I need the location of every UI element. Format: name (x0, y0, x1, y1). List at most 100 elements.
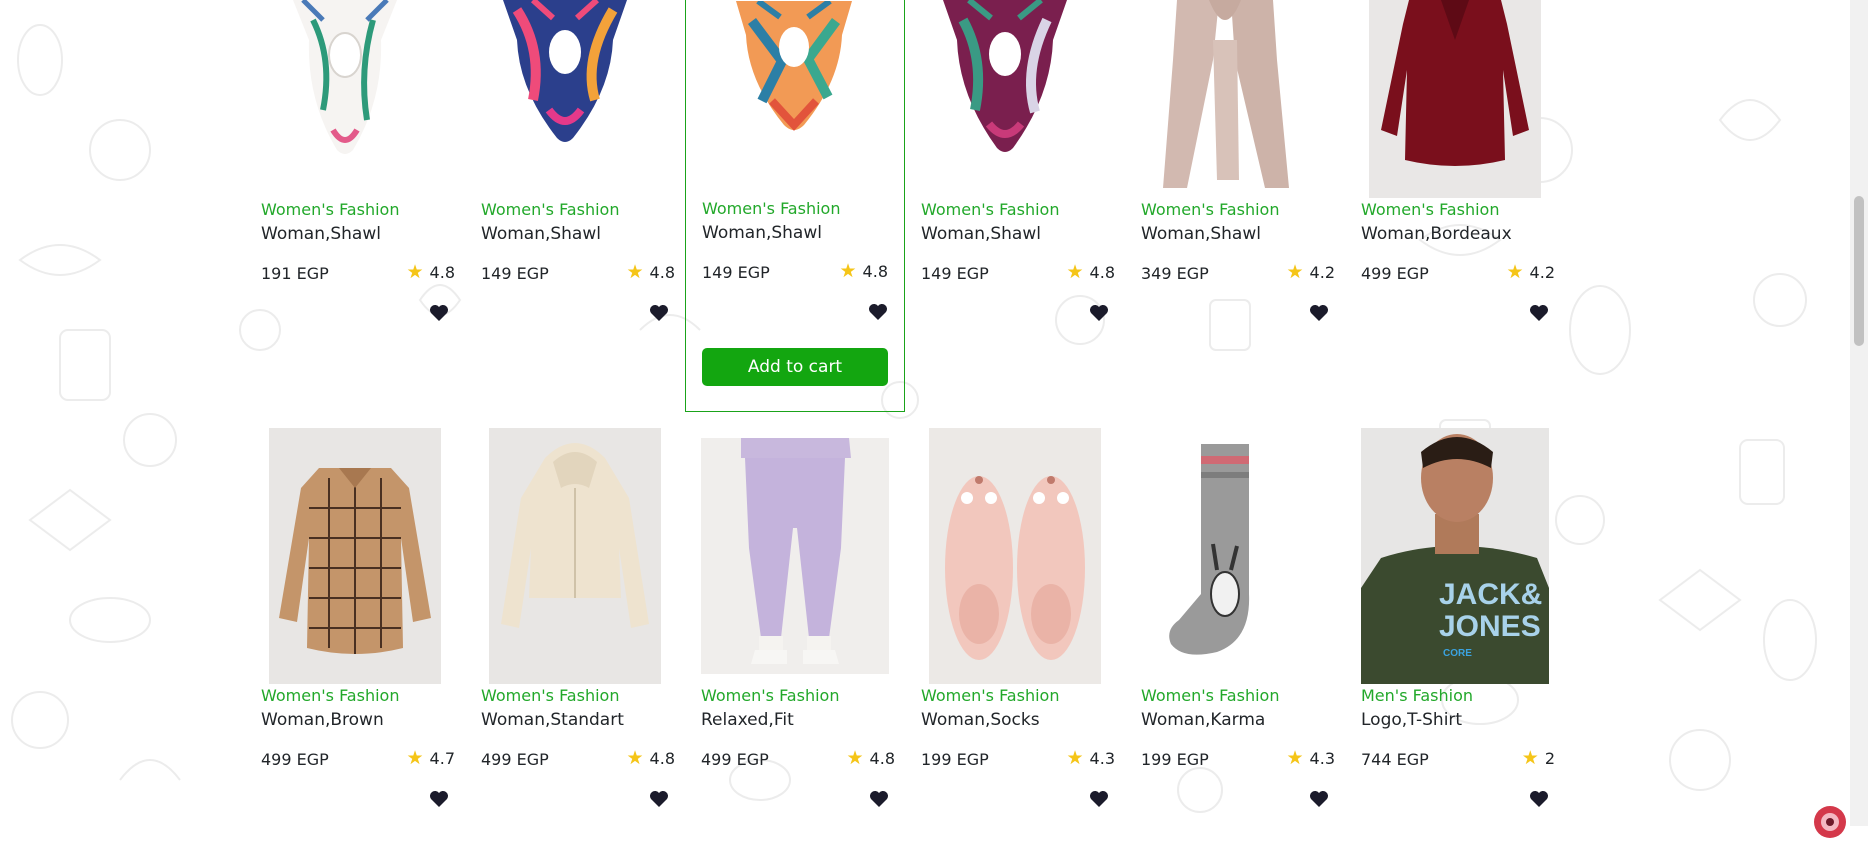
product-title[interactable]: Woman,Socks (921, 710, 1040, 730)
product-category[interactable]: Women's Fashion (481, 200, 619, 219)
heart-icon[interactable] (1089, 304, 1109, 322)
product-card[interactable]: Women's Fashion Woman,Shawl 149 EGP ★ 4.… (457, 0, 677, 400)
product-category[interactable]: Women's Fashion (1141, 686, 1279, 705)
product-title[interactable]: Woman,Shawl (481, 224, 601, 244)
product-price: 499 EGP (481, 750, 549, 769)
product-image[interactable] (1143, 0, 1307, 188)
product-title[interactable]: Relaxed,Fit (701, 710, 794, 730)
product-title[interactable]: Logo,T-Shirt (1361, 710, 1462, 730)
product-image[interactable] (712, 1, 876, 137)
rating-value: 4.3 (1089, 749, 1115, 768)
product-rating: ★ 2 (1522, 749, 1555, 769)
product-image[interactable] (929, 428, 1101, 684)
product-title[interactable]: Woman,Karma (1141, 710, 1265, 730)
product-title[interactable]: Woman,Bordeaux (1361, 224, 1512, 244)
product-card[interactable]: Women's Fashion Woman,Bordeaux 499 EGP ★… (1337, 0, 1557, 400)
product-category[interactable]: Women's Fashion (261, 200, 399, 219)
product-price: 499 EGP (701, 750, 769, 769)
product-category[interactable]: Women's Fashion (261, 686, 399, 705)
heart-icon[interactable] (429, 790, 449, 808)
heart-icon[interactable] (1309, 790, 1329, 808)
heart-icon[interactable] (1529, 304, 1549, 322)
product-category[interactable]: Women's Fashion (921, 200, 1059, 219)
product-title[interactable]: Woman,Standart (481, 710, 624, 730)
product-image[interactable] (1369, 0, 1541, 198)
product-title[interactable]: Woman,Shawl (921, 224, 1041, 244)
rating-value: 4.8 (862, 262, 888, 281)
star-icon: ★ (626, 261, 644, 283)
star-icon: ★ (1066, 261, 1084, 283)
product-category[interactable]: Women's Fashion (702, 199, 840, 218)
star-icon: ★ (406, 747, 424, 769)
product-card[interactable]: Women's Fashion Woman,Socks 199 EGP ★ 4.… (897, 428, 1117, 828)
tshirt-logo-subtext: CORE (1443, 648, 1472, 659)
heart-icon[interactable] (869, 790, 889, 808)
heart-icon[interactable] (1309, 304, 1329, 322)
add-to-cart-button[interactable]: Add to cart (702, 348, 888, 386)
product-category[interactable]: Men's Fashion (1361, 686, 1473, 705)
rating-value: 4.8 (869, 749, 895, 768)
product-card[interactable]: Women's Fashion Woman,Karma 199 EGP ★ 4.… (1117, 428, 1337, 828)
tshirt-logo-line: JONES (1439, 610, 1541, 643)
star-icon: ★ (1286, 261, 1304, 283)
product-rating: ★ 4.8 (846, 747, 896, 769)
product-title[interactable]: Woman,Shawl (261, 224, 381, 244)
product-card[interactable]: Women's Fashion Woman,Brown 499 EGP ★ 4.… (237, 428, 457, 828)
product-image[interactable] (269, 428, 441, 684)
rating-value: 2 (1544, 749, 1555, 768)
product-price: 499 EGP (261, 750, 329, 769)
product-image[interactable] (483, 0, 647, 158)
product-card[interactable]: Women's Fashion Woman,Shawl 191 EGP ★ 4.… (237, 0, 457, 400)
rating-value: 4.8 (429, 263, 455, 282)
product-rating: ★ 4.8 (626, 261, 676, 283)
rating-value: 4.8 (649, 749, 675, 768)
star-icon: ★ (846, 747, 864, 769)
product-card[interactable]: Women's Fashion Woman,Shawl 149 EGP ★ 4.… (897, 0, 1117, 400)
heart-icon[interactable] (1529, 790, 1549, 808)
product-image[interactable]: JACK& JONES CORE (1361, 428, 1549, 684)
product-image[interactable] (701, 438, 889, 674)
scrollbar-thumb[interactable] (1854, 196, 1864, 346)
product-card[interactable]: Women's Fashion Relaxed,Fit 499 EGP ★ 4.… (677, 428, 897, 828)
product-rating: ★ 4.3 (1287, 749, 1336, 769)
product-card[interactable]: Women's Fashion Woman,Shawl 349 EGP ★ 4.… (1117, 0, 1337, 400)
product-title[interactable]: Woman,Shawl (702, 223, 822, 243)
product-card[interactable]: Women's Fashion Woman,Standart 499 EGP ★… (457, 428, 677, 828)
rating-value: 4.2 (1529, 263, 1555, 282)
rating-value: 4.8 (649, 263, 675, 282)
product-image[interactable] (1157, 444, 1281, 670)
product-image[interactable] (923, 0, 1087, 158)
product-rating: ★ 4.7 (406, 747, 456, 769)
product-category[interactable]: Women's Fashion (701, 686, 839, 705)
star-icon: ★ (406, 261, 424, 283)
product-price: 149 EGP (921, 264, 989, 283)
product-rating: ★ 4.2 (1507, 263, 1556, 283)
star-icon: ★ (1066, 747, 1084, 769)
product-price: 149 EGP (481, 264, 549, 283)
heart-icon[interactable] (649, 304, 669, 322)
rating-value: 4.7 (429, 749, 455, 768)
product-title[interactable]: Woman,Brown (261, 710, 384, 730)
product-card[interactable]: Women's Fashion Woman,Shawl 149 EGP ★ 4.… (685, 0, 905, 412)
heart-icon[interactable] (429, 304, 449, 322)
product-image[interactable] (263, 0, 427, 158)
product-rating: ★ 4.2 (1286, 261, 1336, 283)
product-card[interactable]: JACK& JONES CORE Men's Fashion Logo,T-Sh… (1337, 428, 1557, 828)
product-image[interactable] (489, 428, 661, 684)
flower-icon[interactable] (1810, 802, 1850, 842)
page-scrollbar[interactable] (1850, 0, 1868, 826)
tshirt-logo-line: JACK& (1439, 578, 1542, 611)
product-rating: ★ 4.8 (406, 261, 456, 283)
product-price: 499 EGP (1361, 264, 1429, 283)
product-price: 744 EGP (1361, 750, 1429, 769)
product-category[interactable]: Women's Fashion (1361, 200, 1499, 219)
heart-icon[interactable] (1089, 790, 1109, 808)
product-category[interactable]: Women's Fashion (921, 686, 1059, 705)
heart-icon[interactable] (868, 303, 888, 321)
product-category[interactable]: Women's Fashion (1141, 200, 1279, 219)
heart-icon[interactable] (649, 790, 669, 808)
product-category[interactable]: Women's Fashion (481, 686, 619, 705)
product-title[interactable]: Woman,Shawl (1141, 224, 1261, 244)
star-icon: ★ (839, 260, 857, 282)
product-price: 149 EGP (702, 263, 770, 282)
